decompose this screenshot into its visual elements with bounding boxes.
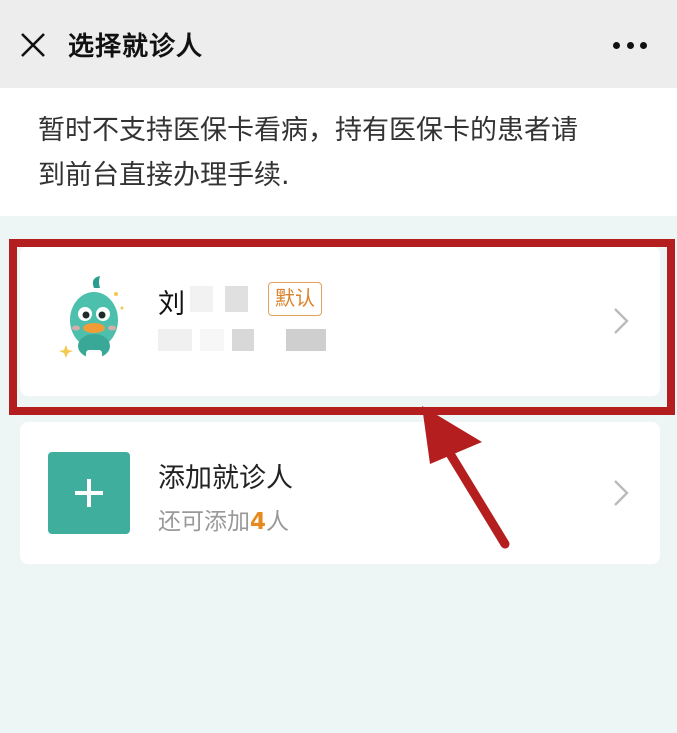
arrow-annotation (422, 406, 510, 549)
notice-line-2: 到前台直接办理手续. (38, 160, 290, 191)
plus-icon (75, 479, 103, 507)
close-icon[interactable] (16, 28, 50, 62)
add-tile (48, 452, 130, 534)
more-icon[interactable] (613, 40, 647, 50)
add-patient-card[interactable]: 添加就诊人 还可添加4人 (20, 422, 660, 564)
top-bar: 选择就诊人 (0, 0, 677, 88)
add-patient-title: 添加就诊人 (158, 463, 293, 494)
remaining-prefix: 还可添加 (158, 509, 250, 535)
chevron-right-icon (614, 480, 629, 506)
more-dot (613, 41, 620, 49)
more-dot (626, 41, 634, 49)
remaining-count: 4 (250, 509, 267, 535)
more-dot (640, 41, 647, 49)
insurance-notice: 暂时不支持医保卡看病，持有医保卡的患者请 到前台直接办理手续. (0, 88, 677, 216)
notice-text: 暂时不支持医保卡看病，持有医保卡的患者请 到前台直接办理手续. (38, 108, 648, 198)
notice-line-1: 暂时不支持医保卡看病，持有医保卡的患者请 (38, 115, 578, 146)
remaining-suffix: 人 (266, 509, 290, 535)
remaining-count-text: 还可添加4人 (158, 502, 289, 536)
highlight-annotation (9, 239, 675, 415)
page-title: 选择就诊人 (68, 32, 204, 62)
